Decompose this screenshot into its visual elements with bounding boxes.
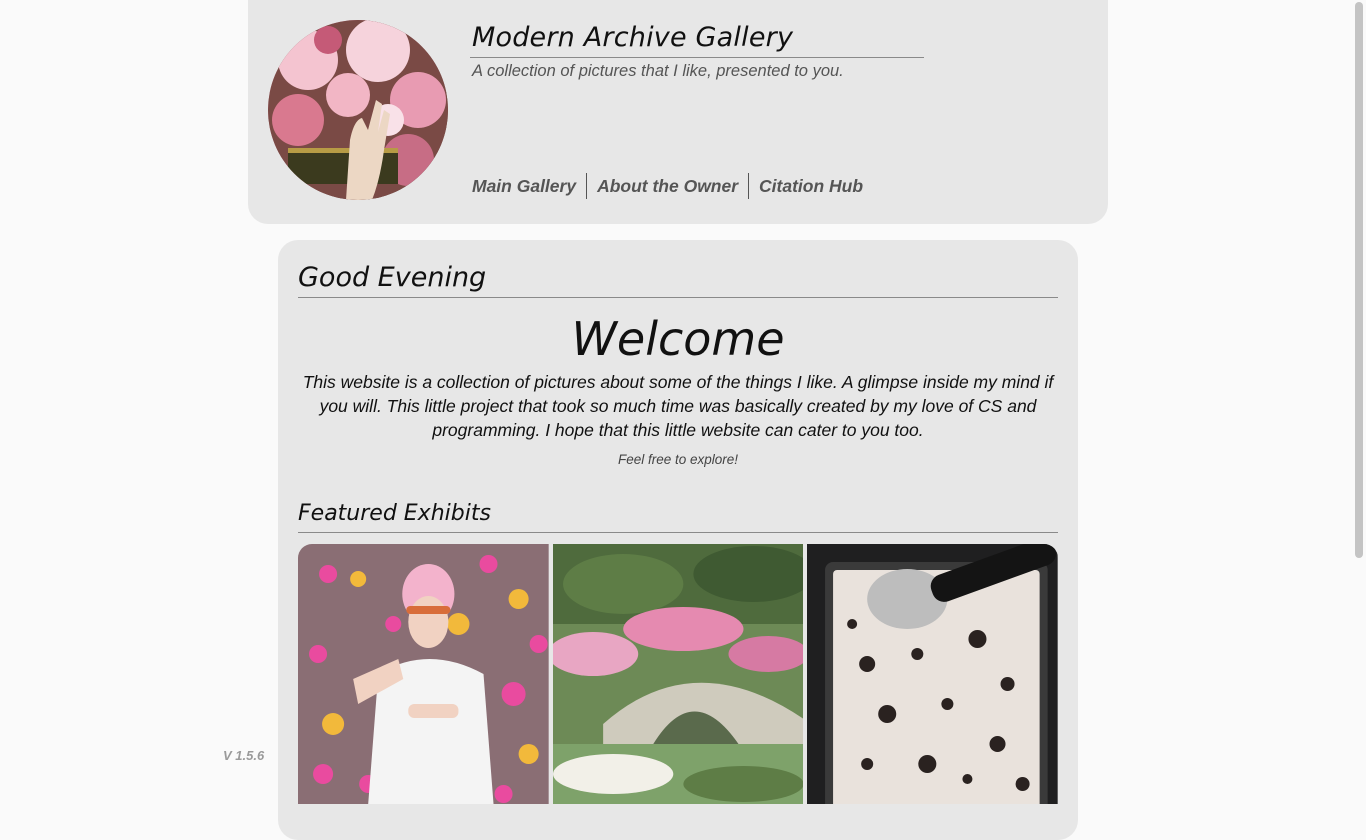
cookies-cream-icecream-photo-icon[interactable] (807, 544, 1059, 804)
explore-note: Feel free to explore! (617, 452, 739, 467)
featured-divider (298, 532, 1058, 533)
featured-exhibits-heading: Featured Exhibits (298, 501, 491, 526)
garden-bridge-photo-icon[interactable] (552, 544, 804, 804)
nav-main-gallery[interactable]: Main Gallery (472, 173, 586, 199)
nav-about-owner[interactable]: About the Owner (587, 173, 748, 199)
scrollbar-thumb[interactable] (1355, 2, 1363, 558)
site-header: Modern Archive Gallery A collection of p… (248, 0, 1108, 224)
intro-paragraph: This website is a collection of pictures… (302, 372, 1054, 440)
greeting-divider (298, 297, 1058, 298)
title-divider (470, 57, 924, 58)
nav-citation-hub[interactable]: Citation Hub (749, 173, 873, 199)
version-label: V 1.5.6 (223, 748, 265, 763)
featured-exhibits-grid (298, 544, 1059, 804)
site-subtitle: A collection of pictures that I like, pr… (472, 62, 844, 80)
person-hearts-photo-icon[interactable] (298, 544, 549, 804)
page-scrollbar[interactable] (1354, 0, 1366, 768)
main-content-panel: Good Evening Welcome This website is a c… (278, 240, 1078, 840)
greeting-heading: Good Evening (298, 262, 487, 293)
main-nav: Main Gallery About the Owner Citation Hu… (472, 173, 873, 199)
welcome-heading: Welcome (571, 312, 785, 366)
flowers-hand-painting-icon (268, 20, 448, 200)
site-title: Modern Archive Gallery (472, 22, 794, 53)
